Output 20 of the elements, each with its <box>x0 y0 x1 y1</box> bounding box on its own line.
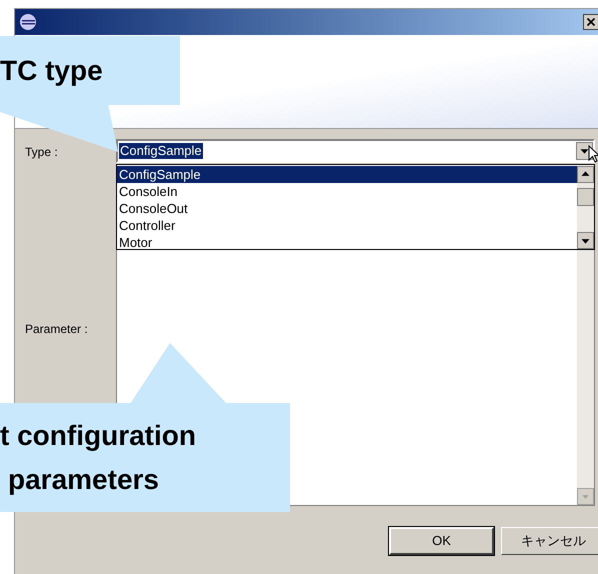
cancel-button[interactable]: キャンセル <box>501 527 598 555</box>
callout-text: t configuration <box>0 418 197 453</box>
callout-text: TC type <box>0 54 103 88</box>
type-combo[interactable]: ConfigSample <box>116 139 595 163</box>
callout-text: parameters <box>7 462 160 497</box>
dropdown-option[interactable]: ConsoleIn <box>117 183 577 200</box>
dropdown-option[interactable]: ConsoleOut <box>117 200 577 217</box>
ok-button[interactable]: OK <box>389 527 494 555</box>
app-icon <box>19 13 37 31</box>
scroll-down-icon[interactable] <box>577 232 594 249</box>
dropdown-option[interactable]: ConfigSample <box>117 166 577 183</box>
scrollbar[interactable] <box>577 166 594 249</box>
dropdown-option[interactable]: Motor <box>117 234 577 251</box>
parameter-label: Parameter : <box>25 321 89 338</box>
combo-value: ConfigSample <box>119 143 203 159</box>
scroll-thumb[interactable] <box>577 188 594 206</box>
scroll-up-icon[interactable] <box>577 166 594 183</box>
dropdown-option[interactable]: Controller <box>117 217 577 234</box>
type-label: Type : <box>25 144 59 161</box>
close-icon[interactable] <box>583 14 598 30</box>
